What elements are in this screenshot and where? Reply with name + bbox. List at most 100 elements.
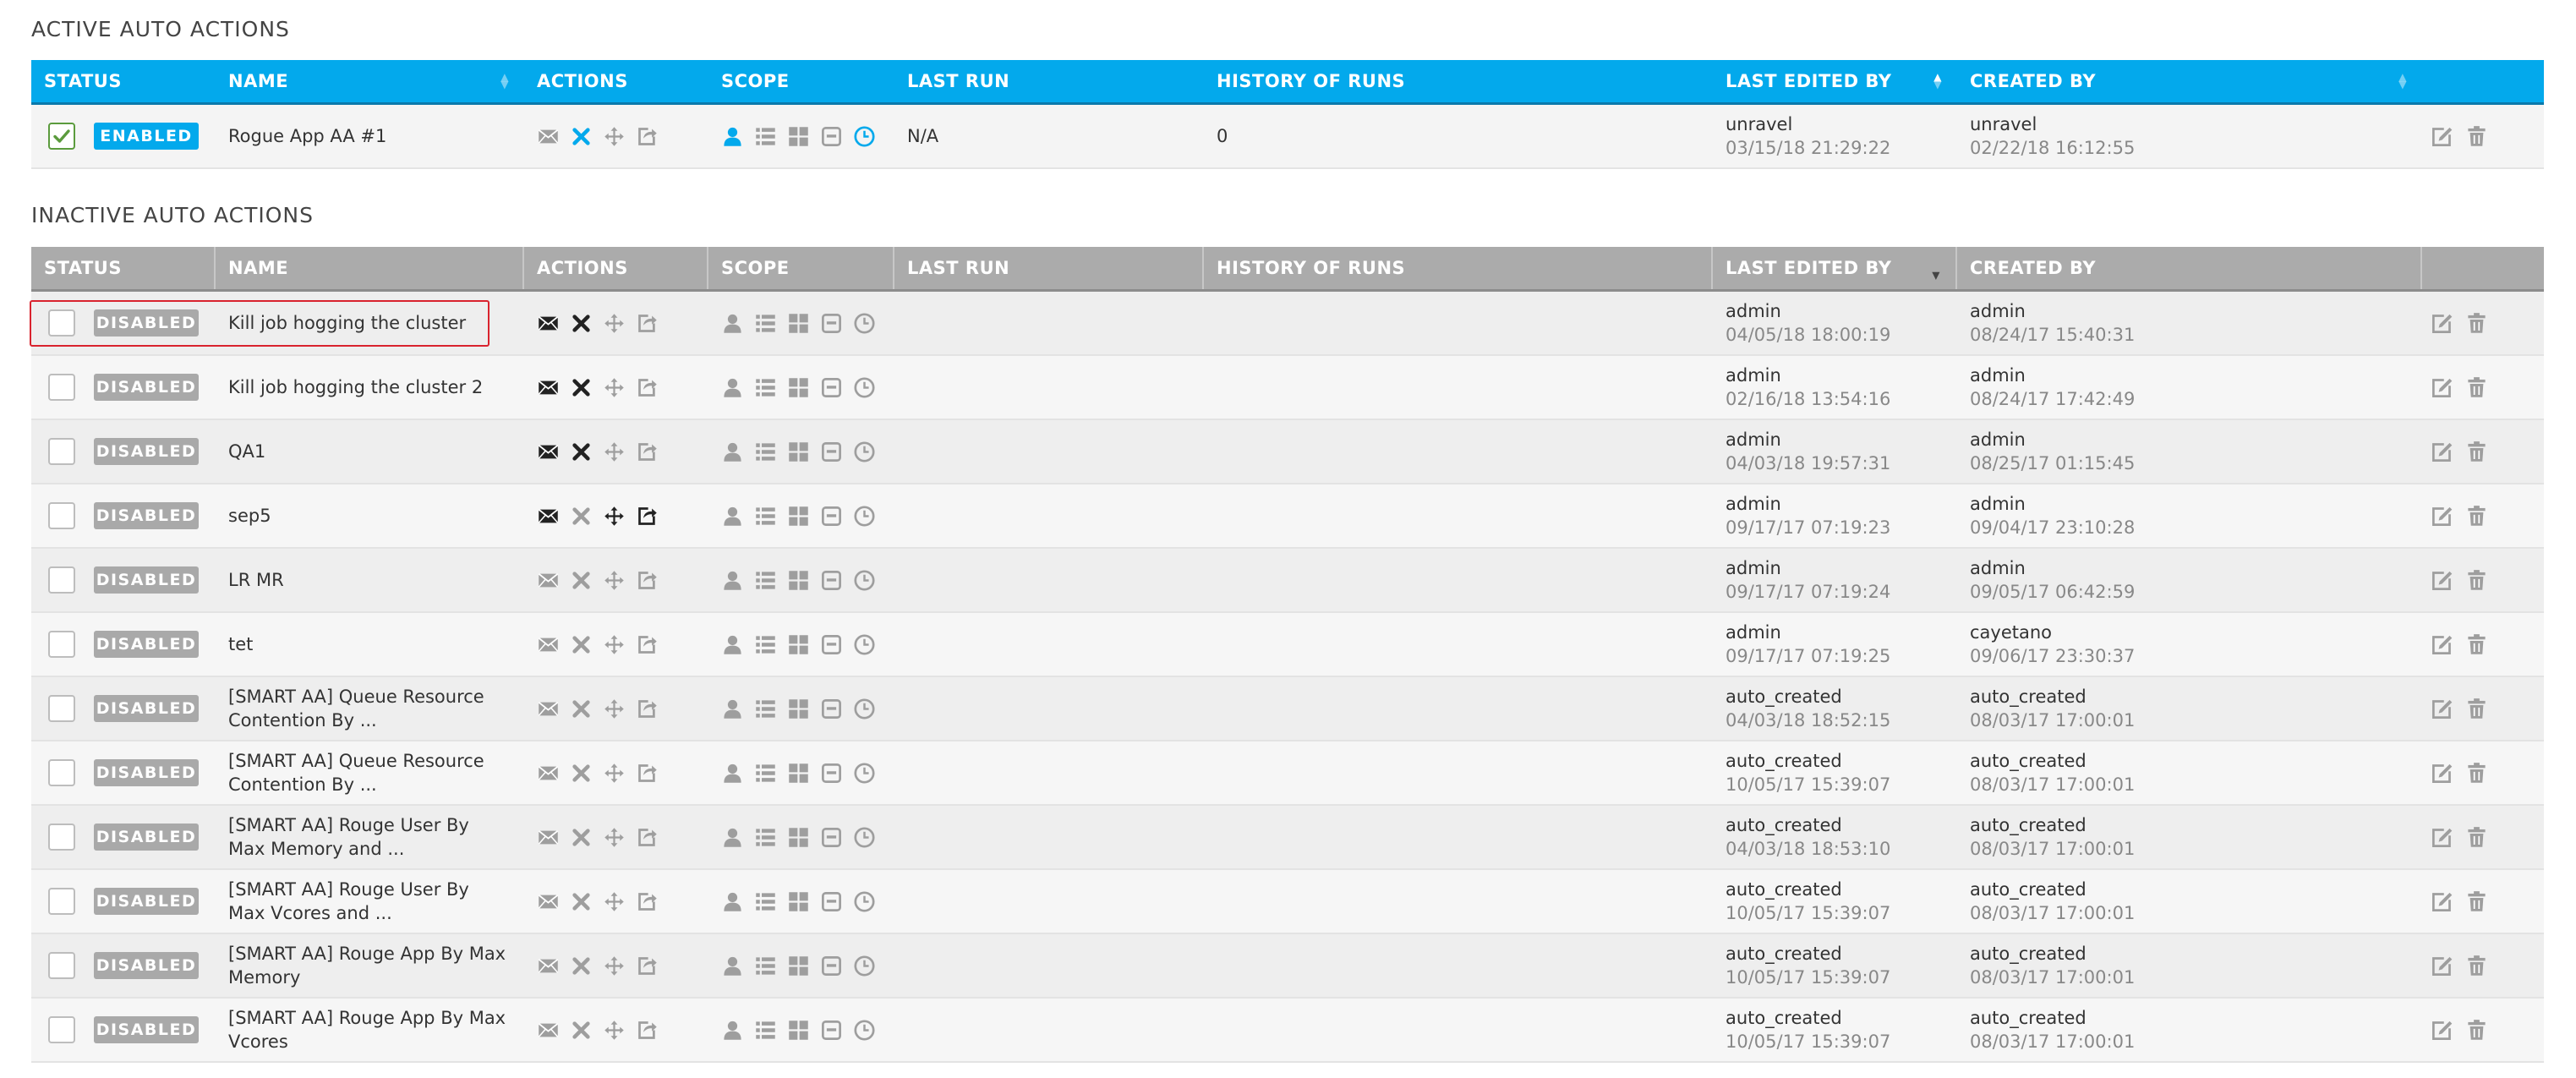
trash-icon[interactable] [2465, 955, 2488, 977]
queue-icon[interactable] [820, 569, 843, 592]
share-icon[interactable] [636, 312, 659, 335]
list-icon[interactable] [754, 569, 777, 592]
table-row[interactable]: ENABLED Rogue App AA #1 N/A 0 unravel 03… [31, 105, 2544, 169]
trash-icon[interactable] [2465, 376, 2488, 399]
trash-icon[interactable] [2465, 826, 2488, 849]
clock-icon[interactable] [853, 762, 876, 785]
grid-icon[interactable] [787, 125, 810, 148]
status-badge[interactable]: DISABLED [94, 695, 199, 722]
queue-icon[interactable] [820, 762, 843, 785]
clock-icon[interactable] [853, 125, 876, 148]
user-icon[interactable] [721, 762, 744, 785]
col-name[interactable]: NAME ▲ ▼ [216, 60, 524, 102]
name-cell[interactable]: Kill job hogging the cluster 2 [216, 356, 524, 419]
list-icon[interactable] [754, 441, 777, 463]
grid-icon[interactable] [787, 633, 810, 656]
name-cell[interactable]: [SMART AA] Rouge App By Max Memory [216, 934, 524, 997]
grid-icon[interactable] [787, 826, 810, 849]
auto-action-name[interactable]: Kill job hogging the cluster [228, 311, 466, 335]
col-last-edited-by[interactable]: LAST EDITED BY ▲ ▼ [1713, 60, 1957, 102]
auto-action-name[interactable]: [SMART AA] Queue Resource Contention By … [228, 685, 509, 732]
table-row[interactable]: DISABLED [SMART AA] Rouge User By Max Vc… [31, 870, 2544, 934]
grid-icon[interactable] [787, 955, 810, 977]
user-icon[interactable] [721, 441, 744, 463]
email-icon[interactable] [537, 441, 560, 463]
clock-icon[interactable] [853, 569, 876, 592]
share-icon[interactable] [636, 633, 659, 656]
status-badge[interactable]: DISABLED [94, 1016, 199, 1043]
email-icon[interactable] [537, 762, 560, 785]
grid-icon[interactable] [787, 376, 810, 399]
name-cell[interactable]: QA1 [216, 420, 524, 483]
grid-icon[interactable] [787, 698, 810, 720]
row-checkbox[interactable] [48, 695, 75, 722]
col-name[interactable]: NAME [216, 247, 524, 289]
user-icon[interactable] [721, 312, 744, 335]
edit-icon[interactable] [2431, 441, 2453, 463]
grid-icon[interactable] [787, 441, 810, 463]
grid-icon[interactable] [787, 1019, 810, 1042]
cancel-icon[interactable] [570, 441, 593, 463]
grid-icon[interactable] [787, 505, 810, 528]
move-icon[interactable] [603, 125, 626, 148]
col-last-edited-by[interactable]: LAST EDITED BY ▼ [1713, 247, 1957, 289]
auto-action-name[interactable]: Rogue App AA #1 [228, 124, 386, 148]
name-cell[interactable]: [SMART AA] Queue Resource Contention By … [216, 741, 524, 804]
queue-icon[interactable] [820, 890, 843, 913]
auto-action-name[interactable]: [SMART AA] Rouge User By Max Vcores and … [228, 878, 509, 925]
status-badge[interactable]: DISABLED [94, 374, 199, 401]
cancel-icon[interactable] [570, 762, 593, 785]
sort-icon[interactable]: ▼ [1932, 257, 1940, 281]
row-checkbox[interactable] [48, 566, 75, 594]
status-badge[interactable]: DISABLED [94, 631, 199, 658]
name-cell[interactable]: [SMART AA] Queue Resource Contention By … [216, 677, 524, 740]
list-icon[interactable] [754, 826, 777, 849]
move-icon[interactable] [603, 569, 626, 592]
queue-icon[interactable] [820, 312, 843, 335]
share-icon[interactable] [636, 698, 659, 720]
list-icon[interactable] [754, 1019, 777, 1042]
edit-icon[interactable] [2431, 762, 2453, 785]
cancel-icon[interactable] [570, 698, 593, 720]
table-row[interactable]: DISABLED LR MR admin 09/17/17 07:19:24 a… [31, 549, 2544, 613]
user-icon[interactable] [721, 125, 744, 148]
email-icon[interactable] [537, 376, 560, 399]
clock-icon[interactable] [853, 312, 876, 335]
share-icon[interactable] [636, 826, 659, 849]
edit-icon[interactable] [2431, 826, 2453, 849]
cancel-icon[interactable] [570, 826, 593, 849]
grid-icon[interactable] [787, 312, 810, 335]
share-icon[interactable] [636, 955, 659, 977]
trash-icon[interactable] [2465, 505, 2488, 528]
auto-action-name[interactable]: sep5 [228, 504, 271, 528]
row-checkbox[interactable] [48, 123, 75, 150]
user-icon[interactable] [721, 376, 744, 399]
queue-icon[interactable] [820, 376, 843, 399]
list-icon[interactable] [754, 312, 777, 335]
share-icon[interactable] [636, 505, 659, 528]
trash-icon[interactable] [2465, 762, 2488, 785]
name-cell[interactable]: tet [216, 613, 524, 676]
move-icon[interactable] [603, 698, 626, 720]
edit-icon[interactable] [2431, 376, 2453, 399]
auto-action-name[interactable]: QA1 [228, 440, 265, 463]
trash-icon[interactable] [2465, 441, 2488, 463]
email-icon[interactable] [537, 633, 560, 656]
status-badge[interactable]: DISABLED [94, 438, 199, 465]
user-icon[interactable] [721, 698, 744, 720]
clock-icon[interactable] [853, 441, 876, 463]
trash-icon[interactable] [2465, 633, 2488, 656]
edit-icon[interactable] [2431, 955, 2453, 977]
row-checkbox[interactable] [48, 374, 75, 401]
move-icon[interactable] [603, 1019, 626, 1042]
move-icon[interactable] [603, 955, 626, 977]
auto-action-name[interactable]: [SMART AA] Rouge App By Max Vcores [228, 1006, 509, 1053]
name-cell[interactable]: [SMART AA] Rouge App By Max Vcores [216, 999, 524, 1061]
status-badge[interactable]: DISABLED [94, 824, 199, 851]
move-icon[interactable] [603, 633, 626, 656]
edit-icon[interactable] [2431, 125, 2453, 148]
queue-icon[interactable] [820, 125, 843, 148]
cancel-icon[interactable] [570, 955, 593, 977]
edit-icon[interactable] [2431, 505, 2453, 528]
queue-icon[interactable] [820, 698, 843, 720]
